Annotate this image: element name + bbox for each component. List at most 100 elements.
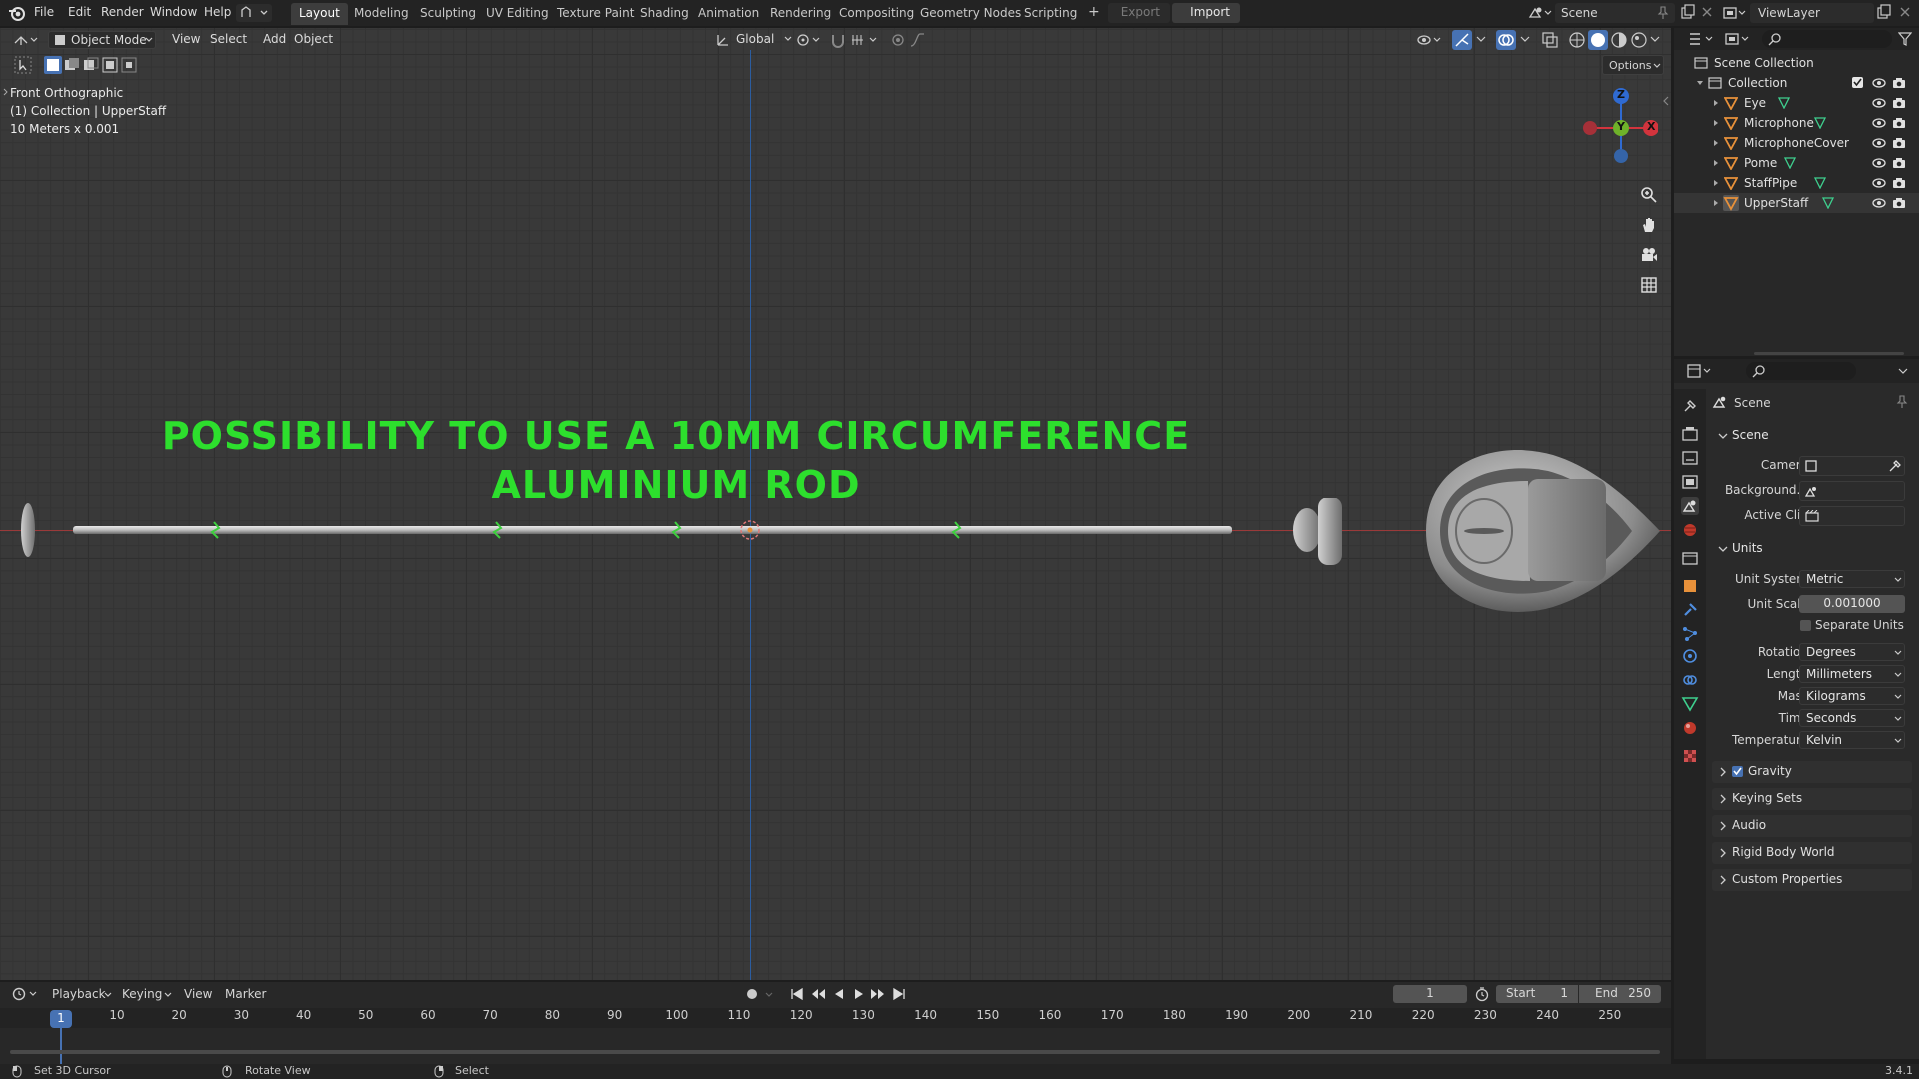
tab-geometry-nodes[interactable]: Geometry Nodes bbox=[912, 3, 1029, 25]
active-clip-field[interactable] bbox=[1799, 506, 1905, 526]
3d-viewport[interactable]: Object Mode View Select Add Object Globa… bbox=[0, 28, 1671, 980]
view-layer-field[interactable]: ViewLayer bbox=[1750, 3, 1874, 23]
camera-icon[interactable] bbox=[1892, 176, 1906, 190]
eye-icon[interactable] bbox=[1872, 156, 1886, 170]
data-tab-icon[interactable] bbox=[1681, 695, 1699, 713]
rigid-body-world-section-header[interactable]: Rigid Body World bbox=[1712, 842, 1912, 864]
tab-shading[interactable]: Shading bbox=[632, 3, 697, 25]
camera-icon[interactable] bbox=[1892, 156, 1906, 170]
transform-orientation-dropdown[interactable]: Global bbox=[712, 31, 796, 49]
menu-help[interactable]: Help bbox=[204, 5, 231, 19]
eye-icon[interactable] bbox=[1872, 96, 1886, 110]
texture-tab-icon[interactable] bbox=[1681, 747, 1699, 765]
expand-right-icon[interactable] bbox=[1712, 179, 1720, 187]
tab-modeling[interactable]: Modeling bbox=[346, 3, 417, 25]
select-mode-invert-icon[interactable] bbox=[101, 56, 119, 74]
select-tool-icon[interactable] bbox=[14, 56, 32, 74]
tool-tab-icon[interactable] bbox=[1681, 397, 1699, 415]
xray-toggle-icon[interactable] bbox=[1541, 31, 1559, 49]
proportional-edit-icon[interactable] bbox=[890, 32, 906, 48]
scene-tab-icon[interactable] bbox=[1681, 497, 1699, 515]
gizmo-toggle-icon[interactable] bbox=[1452, 30, 1472, 50]
select-mode-intersect-icon[interactable] bbox=[120, 56, 138, 74]
expand-right-icon[interactable] bbox=[1712, 119, 1720, 127]
outliner-collection[interactable]: Collection bbox=[1674, 73, 1919, 93]
separate-units-checkbox[interactable] bbox=[1800, 620, 1811, 631]
camera-icon[interactable] bbox=[1892, 96, 1906, 110]
zoom-icon[interactable] bbox=[1636, 182, 1662, 208]
unit-system-dropdown[interactable]: Metric bbox=[1799, 570, 1905, 588]
custom-properties-section-header[interactable]: Custom Properties bbox=[1712, 869, 1912, 891]
outliner-scene-collection[interactable]: Scene Collection bbox=[1674, 53, 1919, 73]
expand-down-icon[interactable] bbox=[1696, 79, 1704, 87]
snap-target-icon[interactable] bbox=[850, 32, 880, 48]
microphone-object[interactable] bbox=[1418, 431, 1663, 631]
expand-arrow-icon[interactable] bbox=[3, 88, 9, 96]
outliner-scrollbar[interactable] bbox=[1754, 352, 1904, 355]
pin-icon[interactable] bbox=[1657, 6, 1669, 20]
wireframe-shading-icon[interactable] bbox=[1568, 31, 1586, 49]
background-field[interactable] bbox=[1799, 481, 1905, 501]
time-dropdown[interactable]: Seconds bbox=[1799, 709, 1905, 727]
scene-name-field[interactable]: Scene bbox=[1555, 3, 1675, 23]
display-mode-icon[interactable] bbox=[1724, 31, 1752, 47]
tab-uv-editing[interactable]: UV Editing bbox=[478, 3, 557, 25]
unit-scale-field[interactable]: 0.001000 bbox=[1799, 595, 1905, 613]
modifiers-tab-icon[interactable] bbox=[1681, 601, 1699, 619]
export-button[interactable]: Export bbox=[1108, 3, 1170, 23]
tab-compositing[interactable]: Compositing bbox=[831, 3, 922, 25]
eye-icon[interactable] bbox=[1872, 176, 1886, 190]
expand-right-icon[interactable] bbox=[1712, 99, 1720, 107]
collection-tab-icon[interactable] bbox=[1681, 549, 1699, 567]
properties-editor-type-icon[interactable] bbox=[1686, 363, 1714, 379]
outliner-object-microphone[interactable]: Microphone bbox=[1674, 113, 1919, 133]
filter-icon[interactable] bbox=[1898, 32, 1912, 46]
object-tab-icon[interactable] bbox=[1681, 577, 1699, 595]
timeline-scrollbar[interactable] bbox=[10, 1050, 1660, 1054]
gizmo-dropdown-icon[interactable] bbox=[1476, 34, 1486, 44]
snap-icon[interactable] bbox=[830, 32, 846, 48]
tab-sculpting[interactable]: Sculpting bbox=[412, 3, 484, 25]
blender-logo-icon[interactable] bbox=[8, 4, 26, 22]
outliner-search-input[interactable] bbox=[1762, 30, 1892, 48]
length-dropdown[interactable]: Millimeters bbox=[1799, 665, 1905, 683]
gravity-checkbox[interactable] bbox=[1732, 766, 1743, 777]
visibility-selectability-icon[interactable] bbox=[1416, 31, 1442, 49]
expand-right-icon[interactable] bbox=[1712, 139, 1720, 147]
camera-field[interactable] bbox=[1799, 456, 1905, 476]
expand-right-icon[interactable] bbox=[1712, 159, 1720, 167]
pin-icon[interactable] bbox=[1896, 395, 1908, 409]
outliner-object-eye[interactable]: Eye bbox=[1674, 93, 1919, 113]
eye-icon[interactable] bbox=[1872, 136, 1886, 150]
temperature-dropdown[interactable]: Kelvin bbox=[1799, 731, 1905, 749]
view-menu[interactable]: View bbox=[166, 31, 206, 49]
sidebar-toggle-icon[interactable] bbox=[1662, 96, 1670, 106]
constraints-tab-icon[interactable] bbox=[1681, 671, 1699, 689]
add-menu[interactable]: Add bbox=[257, 31, 292, 49]
tab-animation[interactable]: Animation bbox=[690, 3, 767, 25]
editor-type-icon[interactable] bbox=[12, 31, 40, 49]
outliner-editor-type-icon[interactable] bbox=[1688, 31, 1716, 47]
camera-icon[interactable] bbox=[1892, 136, 1906, 150]
rendered-shading-icon[interactable] bbox=[1630, 31, 1648, 49]
tab-scripting[interactable]: Scripting bbox=[1016, 3, 1085, 25]
eye-icon[interactable] bbox=[1872, 196, 1886, 210]
menu-edit[interactable]: Edit bbox=[68, 5, 91, 19]
scene-selector-icon[interactable] bbox=[1527, 4, 1553, 22]
menu-file[interactable]: File bbox=[34, 5, 54, 19]
scene-section-header[interactable]: Scene bbox=[1712, 425, 1918, 447]
delete-scene-icon[interactable] bbox=[1700, 4, 1714, 20]
tab-rendering[interactable]: Rendering bbox=[762, 3, 839, 25]
expand-right-icon[interactable] bbox=[1712, 199, 1720, 207]
view-layer-icon[interactable] bbox=[1721, 4, 1747, 22]
menu-window[interactable]: Window bbox=[150, 5, 197, 19]
eye-icon[interactable] bbox=[1872, 76, 1886, 90]
options-dropdown[interactable]: Options bbox=[1602, 55, 1664, 75]
material-tab-icon[interactable] bbox=[1681, 719, 1699, 737]
rotation-dropdown[interactable]: Degrees bbox=[1799, 643, 1905, 661]
render-tab-icon[interactable] bbox=[1681, 425, 1699, 443]
object-mode-dropdown[interactable]: Object Mode bbox=[48, 31, 156, 49]
camera-icon[interactable] bbox=[1892, 116, 1906, 130]
overlays-toggle-icon[interactable] bbox=[1496, 30, 1516, 50]
units-section-header[interactable]: Units bbox=[1712, 538, 1918, 560]
